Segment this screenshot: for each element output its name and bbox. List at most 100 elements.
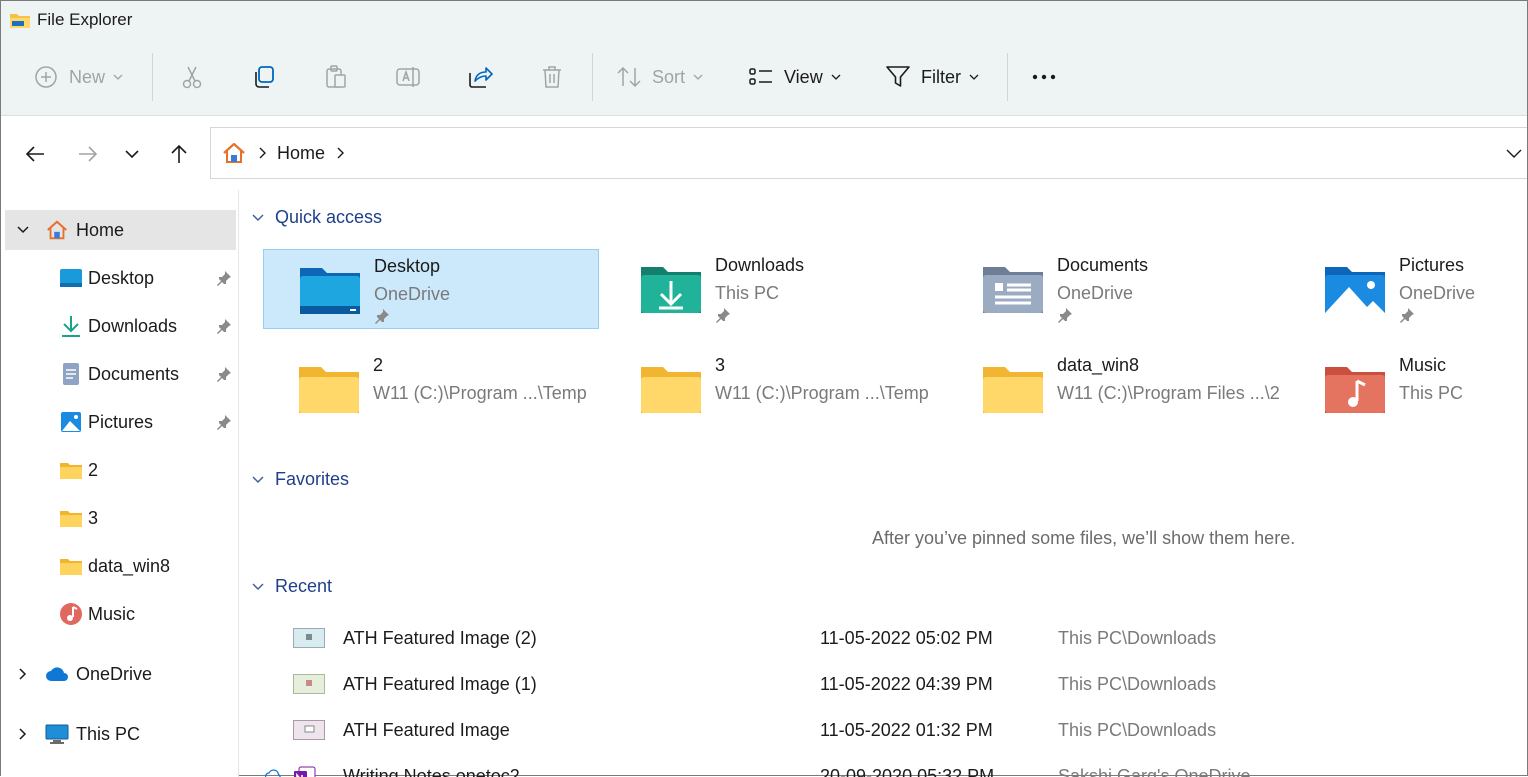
more-icon <box>1032 74 1056 80</box>
pin-icon[interactable] <box>216 414 232 430</box>
content-pane: Quick access Desktop OneDrive Downloads … <box>239 190 1527 777</box>
image-thumbnail-icon <box>293 628 325 648</box>
music-icon <box>60 603 82 625</box>
pin-icon[interactable] <box>216 270 232 286</box>
sidebar-item-pictures[interactable]: Pictures <box>5 402 236 442</box>
quick-access-tile-folder-2[interactable]: 2 W11 (C:)\Program ...\Temp <box>263 349 599 429</box>
tile-location: OneDrive <box>1057 283 1134 303</box>
file-explorer-icon <box>10 14 30 28</box>
filter-button[interactable]: Filter <box>885 53 979 101</box>
share-button[interactable] <box>467 53 493 101</box>
pin-icon <box>375 309 389 324</box>
quick-access-tile-data-win8[interactable]: data_win8 W11 (C:)\Program Files ...\2 <box>947 349 1283 429</box>
image-thumbnail-icon <box>293 720 325 740</box>
section-header-recent[interactable]: Recent <box>251 576 332 597</box>
chevron-right-icon[interactable] <box>15 726 31 742</box>
back-button[interactable] <box>21 140 49 168</box>
sort-button[interactable]: Sort <box>616 53 703 101</box>
delete-button[interactable] <box>539 53 565 101</box>
folder-icon <box>983 367 1043 413</box>
copy-icon <box>255 66 274 88</box>
home-icon <box>47 220 67 240</box>
pin-icon <box>716 308 730 323</box>
folder-icon <box>299 367 359 413</box>
sidebar-item-label: Documents <box>88 364 180 384</box>
toolbar-divider <box>1007 53 1008 101</box>
sidebar-item-music[interactable]: Music <box>5 594 236 634</box>
rename-button[interactable] <box>395 53 421 101</box>
pin-icon[interactable] <box>216 366 232 382</box>
recent-file-row[interactable]: ATH Featured Image (1) 11-05-2022 04:39 … <box>279 664 1519 704</box>
tile-name: 2 <box>373 355 384 375</box>
computer-icon <box>45 724 69 744</box>
sidebar-item-label: Downloads <box>88 316 178 336</box>
section-title: Favorites <box>275 469 350 489</box>
recent-file-row[interactable]: Writing Notes.onetoc2 20-09-2020 05:32 P… <box>265 756 1519 777</box>
address-bar[interactable]: Home <box>210 127 1527 179</box>
recent-file-date: 11-05-2022 01:32 PM <box>820 720 993 740</box>
sidebar-item-label: This PC <box>76 724 141 744</box>
address-dropdown-icon[interactable] <box>1505 144 1523 162</box>
folder-icon <box>60 463 82 479</box>
recent-file-row[interactable]: ATH Featured Image (2) 11-05-2022 05:02 … <box>279 618 1519 658</box>
chevron-right-icon[interactable] <box>15 666 31 682</box>
navigation-pane: Home Desktop Downloads Documents Picture… <box>1 190 239 777</box>
arrow-up-icon <box>171 144 187 163</box>
home-icon <box>223 142 245 163</box>
recent-file-location: This PC\Downloads <box>1058 720 1217 740</box>
forward-button[interactable] <box>74 140 102 168</box>
desktop-folder-icon <box>300 268 360 314</box>
share-icon <box>469 67 493 88</box>
sidebar-item-home[interactable]: Home <box>5 210 236 250</box>
tile-location: OneDrive <box>374 284 451 304</box>
quick-access-tile-downloads[interactable]: Downloads This PC <box>605 249 941 329</box>
chevron-down-icon <box>113 74 123 80</box>
arrow-left-icon <box>25 146 44 162</box>
pin-icon[interactable] <box>216 318 232 334</box>
recent-file-name: Writing Notes.onetoc2 <box>343 766 520 777</box>
section-header-quick-access[interactable]: Quick access <box>251 207 382 228</box>
up-button[interactable] <box>165 140 193 168</box>
chevron-right-icon[interactable] <box>335 147 345 159</box>
sidebar-item-folder-3[interactable]: 3 <box>5 498 236 538</box>
sidebar-item-folder-2[interactable]: 2 <box>5 450 236 490</box>
quick-access-tile-music[interactable]: Music This PC <box>1289 349 1527 429</box>
cut-button[interactable] <box>179 53 205 101</box>
more-options-button[interactable] <box>1031 53 1057 101</box>
sidebar-item-downloads[interactable]: Downloads <box>5 306 236 346</box>
quick-access-tile-desktop[interactable]: Desktop OneDrive <box>263 249 599 329</box>
copy-button[interactable] <box>251 53 277 101</box>
sidebar-item-onedrive[interactable]: OneDrive <box>5 654 236 694</box>
recent-file-row[interactable]: ATH Featured Image 11-05-2022 01:32 PM T… <box>279 710 1519 750</box>
quick-access-tile-folder-3[interactable]: 3 W11 (C:)\Program ...\Temp <box>605 349 941 429</box>
toolbar-divider <box>152 53 153 101</box>
breadcrumb-home[interactable]: Home <box>277 143 325 164</box>
onenote-icon <box>294 766 316 777</box>
paste-button[interactable] <box>323 53 349 101</box>
sidebar-item-documents[interactable]: Documents <box>5 354 236 394</box>
quick-access-tile-pictures[interactable]: Pictures OneDrive <box>1289 249 1527 329</box>
sort-label: Sort <box>652 66 686 87</box>
tile-name: data_win8 <box>1057 355 1140 375</box>
new-label: New <box>69 66 106 87</box>
tile-name: Downloads <box>715 255 805 275</box>
recent-file-date: 11-05-2022 05:02 PM <box>820 628 993 648</box>
new-button[interactable]: New <box>33 53 123 101</box>
sidebar-item-data-win8[interactable]: data_win8 <box>5 546 236 586</box>
chevron-down-icon[interactable] <box>15 222 31 238</box>
quick-access-tile-documents[interactable]: Documents OneDrive <box>947 249 1283 329</box>
sidebar-item-desktop[interactable]: Desktop <box>5 258 236 298</box>
sort-icon <box>617 66 641 88</box>
tile-location: This PC <box>715 283 780 303</box>
sidebar-item-this-pc[interactable]: This PC <box>5 714 236 754</box>
pin-icon <box>1058 308 1072 323</box>
pictures-folder-icon <box>1325 267 1385 313</box>
recent-file-date: 20-09-2020 05:32 PM <box>820 766 995 777</box>
recent-file-name: ATH Featured Image (1) <box>343 674 537 694</box>
view-button[interactable]: View <box>748 53 841 101</box>
chevron-right-icon[interactable] <box>257 147 267 159</box>
section-header-favorites[interactable]: Favorites <box>251 469 349 490</box>
rename-icon <box>396 67 420 87</box>
sidebar-item-label: Pictures <box>88 412 154 432</box>
recent-locations-button[interactable] <box>118 140 146 168</box>
